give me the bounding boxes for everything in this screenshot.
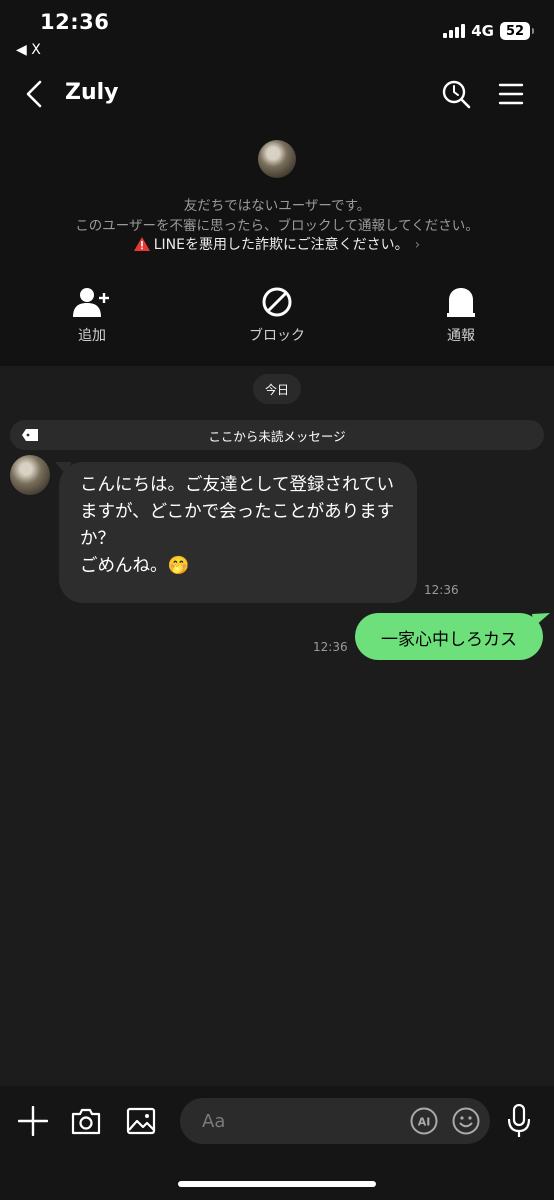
emoji-icon[interactable] — [452, 1107, 480, 1135]
message-input-placeholder: Aa — [202, 1111, 226, 1132]
ai-icon[interactable]: AI — [410, 1107, 438, 1135]
received-message-time: 12:36 — [424, 583, 459, 597]
report-button[interactable]: 通報 — [401, 284, 521, 345]
image-icon[interactable] — [126, 1106, 156, 1136]
block-button[interactable]: ブロック — [217, 284, 337, 345]
back-arrow-icon[interactable] — [20, 78, 50, 110]
chat-title: Zuly — [65, 80, 119, 105]
fraud-warning-link[interactable]: LINEを悪用した詐欺にご注意ください。 › — [0, 234, 554, 254]
add-friend-button[interactable]: 追加 — [32, 284, 152, 345]
network-type: 4G — [471, 22, 494, 40]
block-report-notice: このユーザーを不審に思ったら、ブロックして通報してください。 — [75, 218, 479, 234]
sent-message-time: 12:36 — [313, 640, 348, 654]
microphone-icon[interactable] — [508, 1104, 530, 1138]
home-indicator[interactable] — [178, 1181, 376, 1187]
add-friend-icon — [73, 288, 109, 317]
status-time: 12:36 — [40, 10, 110, 34]
block-icon — [262, 287, 292, 317]
block-label: ブロック — [249, 328, 305, 344]
report-icon — [447, 288, 475, 317]
non-friend-notice: 友だちではないユーザーです。 — [183, 198, 371, 214]
svg-text:AI: AI — [418, 1116, 431, 1129]
add-friend-label: 追加 — [78, 328, 106, 344]
camera-icon[interactable] — [70, 1105, 102, 1137]
fraud-warning-text: LINEを悪用した詐欺にご注意ください。 — [153, 237, 409, 253]
signal-icon — [443, 24, 466, 38]
menu-icon[interactable] — [498, 80, 524, 108]
search-icon[interactable] — [440, 78, 472, 110]
received-message-text: こんにちは。ご友達として登録されていますが、どこかで会ったことがありますか？ ご… — [80, 475, 395, 576]
back-to-app-link[interactable]: ◀ X — [16, 42, 41, 58]
profile-avatar[interactable] — [258, 140, 296, 178]
battery-icon: 52 — [500, 22, 534, 40]
date-separator: 今日 — [253, 374, 301, 404]
message-input[interactable] — [180, 1098, 490, 1144]
unread-label: ここから未読メッセージ — [208, 429, 346, 444]
sender-avatar[interactable] — [10, 455, 50, 495]
warning-icon — [133, 237, 150, 251]
report-label: 通報 — [447, 328, 475, 344]
battery-level: 52 — [505, 23, 525, 39]
chevron-right-icon: › — [414, 237, 421, 253]
plus-icon[interactable] — [18, 1106, 48, 1136]
status-indicators: 4G 52 — [443, 22, 534, 40]
sent-message-text: 一家心中しろカス — [381, 630, 517, 650]
